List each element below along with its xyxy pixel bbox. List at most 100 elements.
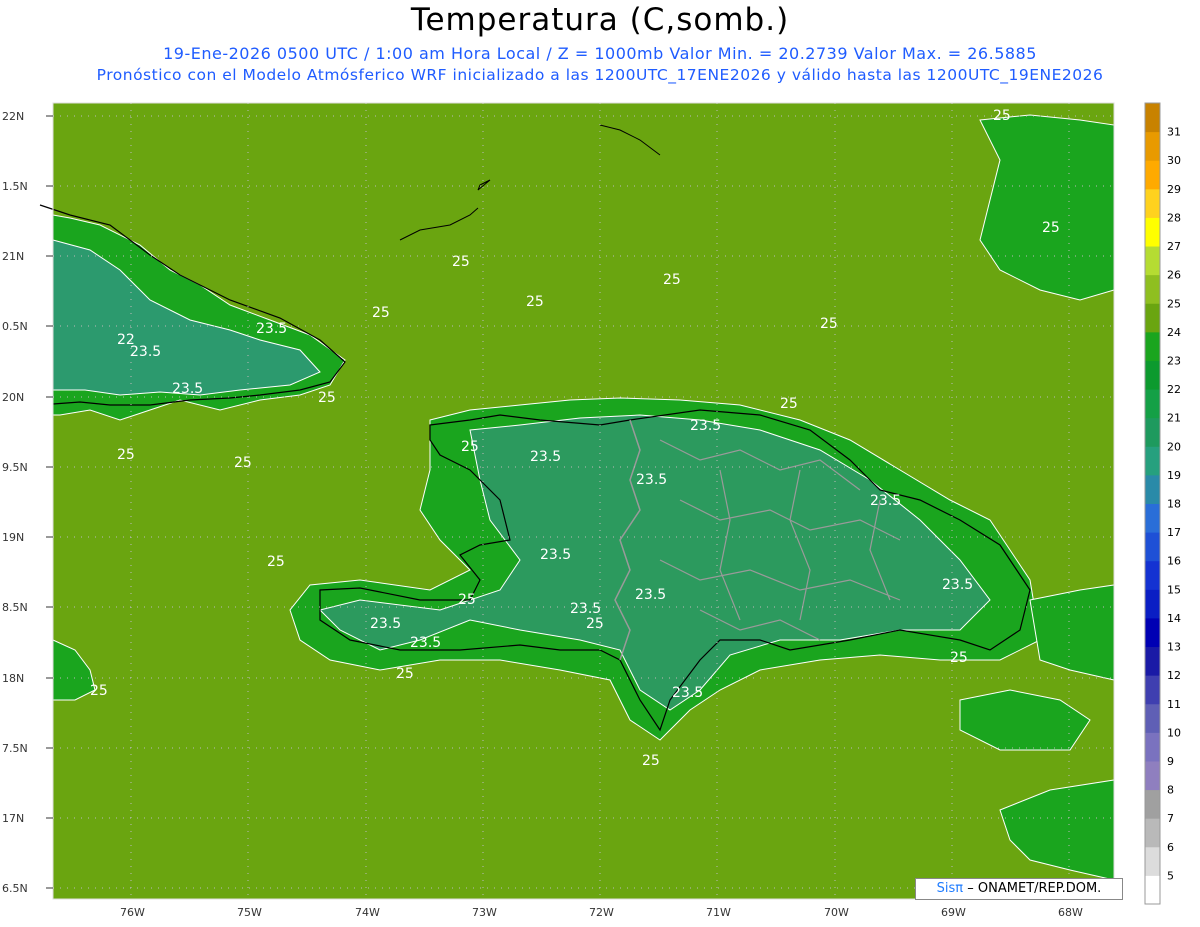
colorbar-label: 30 xyxy=(1167,154,1181,167)
colorbar-swatch xyxy=(1145,217,1160,247)
contour-label: 23.5 xyxy=(540,547,571,563)
contour-label: 23.5 xyxy=(636,472,667,488)
colorbar-label: 9 xyxy=(1167,755,1174,768)
colorbar-swatch xyxy=(1145,532,1160,562)
colorbar-label: 14 xyxy=(1167,612,1181,625)
contour-label: 25 xyxy=(267,554,285,570)
lat-label: 0.5N xyxy=(2,320,28,333)
lon-label: 76W xyxy=(120,906,145,919)
colorbar-swatch xyxy=(1145,560,1160,590)
lat-label: 9.5N xyxy=(2,461,28,474)
contour-label: 25 xyxy=(318,390,336,406)
lon-label: 73W xyxy=(472,906,497,919)
lon-label: 74W xyxy=(355,906,380,919)
lat-label: 6.5N xyxy=(2,882,28,895)
contour-label: 23.5 xyxy=(370,616,401,632)
lat-label: 21N xyxy=(2,250,24,263)
contour-label: 23.5 xyxy=(130,344,161,360)
lat-label: 1.5N xyxy=(2,180,28,193)
contour-label: 23.5 xyxy=(172,381,203,397)
colorbar-label: 24 xyxy=(1167,326,1181,339)
lon-label: 69W xyxy=(941,906,966,919)
contour-label: 25 xyxy=(1042,220,1060,236)
colorbar-label: 22 xyxy=(1167,383,1181,396)
lat-label: 19N xyxy=(2,531,24,544)
colorbar-swatch xyxy=(1145,446,1160,476)
contour-label: 25 xyxy=(90,683,108,699)
contour-label: 25 xyxy=(663,272,681,288)
colorbar-label: 15 xyxy=(1167,583,1181,596)
colorbar-swatch xyxy=(1145,303,1160,333)
colorbar-swatch xyxy=(1145,274,1160,304)
contour-label: 25 xyxy=(642,753,660,769)
lon-label: 70W xyxy=(824,906,849,919)
contour-label: 25 xyxy=(586,616,604,632)
contour-label: 25 xyxy=(526,294,544,310)
colorbar-label: 8 xyxy=(1167,784,1174,797)
colorbar-swatch xyxy=(1145,389,1160,419)
contour-label: 23.5 xyxy=(410,635,441,651)
lat-label: 20N xyxy=(2,391,24,404)
contour-label: 23.5 xyxy=(570,601,601,617)
colorbar-label: 10 xyxy=(1167,726,1181,739)
colorbar-swatch xyxy=(1145,474,1160,504)
credit-text: – ONAMET/REP.DOM. xyxy=(967,881,1102,896)
colorbar-swatch xyxy=(1145,131,1160,161)
colorbar-label: 18 xyxy=(1167,498,1181,511)
colorbar-label: 28 xyxy=(1167,211,1181,224)
colorbar-swatch xyxy=(1145,617,1160,648)
colorbar-swatch xyxy=(1145,589,1160,619)
contour-label: 23.5 xyxy=(690,418,721,434)
lat-ticks xyxy=(46,115,53,889)
credit-box: Sisπ – ONAMET/REP.DOM. xyxy=(915,878,1123,900)
lat-label: 7.5N xyxy=(2,742,28,755)
colorbar-label: 29 xyxy=(1167,183,1181,196)
credit-brand: Sisπ xyxy=(936,881,964,896)
colorbar-label: 23 xyxy=(1167,354,1181,367)
colorbar-label: 26 xyxy=(1167,269,1181,282)
colorbar-swatch xyxy=(1145,246,1160,276)
colorbar-label: 20 xyxy=(1167,440,1181,453)
contour-label: 23.5 xyxy=(635,587,666,603)
colorbar-swatch xyxy=(1145,675,1160,705)
colorbar-swatch xyxy=(1145,818,1160,848)
colorbar-swatch xyxy=(1145,503,1160,533)
colorbar-label: 12 xyxy=(1167,669,1181,682)
contour-label: 25 xyxy=(461,439,479,455)
colorbar-swatch xyxy=(1145,331,1160,361)
colorbar-label: 6 xyxy=(1167,841,1174,854)
colorbar-label: 17 xyxy=(1167,526,1181,539)
colorbar-swatch xyxy=(1145,875,1160,905)
latitude-axis: 22N 1.5N 21N 0.5N 20N 9.5N 19N 8.5N 18N … xyxy=(2,110,28,895)
colorbar-label: 7 xyxy=(1167,812,1174,825)
colorbar-swatch xyxy=(1145,360,1160,390)
colorbar-swatch xyxy=(1145,703,1160,733)
lat-label: 17N xyxy=(2,812,24,825)
contour-label: 23.5 xyxy=(942,577,973,593)
contour-label: 25 xyxy=(372,305,390,321)
colorbar-swatch xyxy=(1145,732,1160,762)
lon-label: 72W xyxy=(589,906,614,919)
colorbar-label: 27 xyxy=(1167,240,1181,253)
colorbar-label: 25 xyxy=(1167,297,1181,310)
colorbar-label: 21 xyxy=(1167,412,1181,425)
colorbar-label: 19 xyxy=(1167,469,1181,482)
contour-label: 25 xyxy=(458,592,476,608)
contour-label: 23.5 xyxy=(672,685,703,701)
contour-label: 25 xyxy=(396,666,414,682)
colorbar-label: 16 xyxy=(1167,555,1181,568)
lon-label: 75W xyxy=(237,906,262,919)
contour-label: 25 xyxy=(234,455,252,471)
contour-label: 23.5 xyxy=(530,449,561,465)
contour-label: 25 xyxy=(993,108,1011,124)
colorbar-swatch xyxy=(1145,160,1160,190)
contour-label: 23.5 xyxy=(870,493,901,509)
contour-label: 25 xyxy=(950,650,968,666)
colorbar-label: 31 xyxy=(1167,126,1181,139)
contour-label: 25 xyxy=(117,447,135,463)
colorbar-label: 11 xyxy=(1167,698,1181,711)
colorbar-label: 13 xyxy=(1167,641,1181,654)
colorbar-swatch xyxy=(1145,188,1160,218)
colorbar-swatch xyxy=(1145,760,1160,791)
colorbar-swatch xyxy=(1145,103,1160,133)
